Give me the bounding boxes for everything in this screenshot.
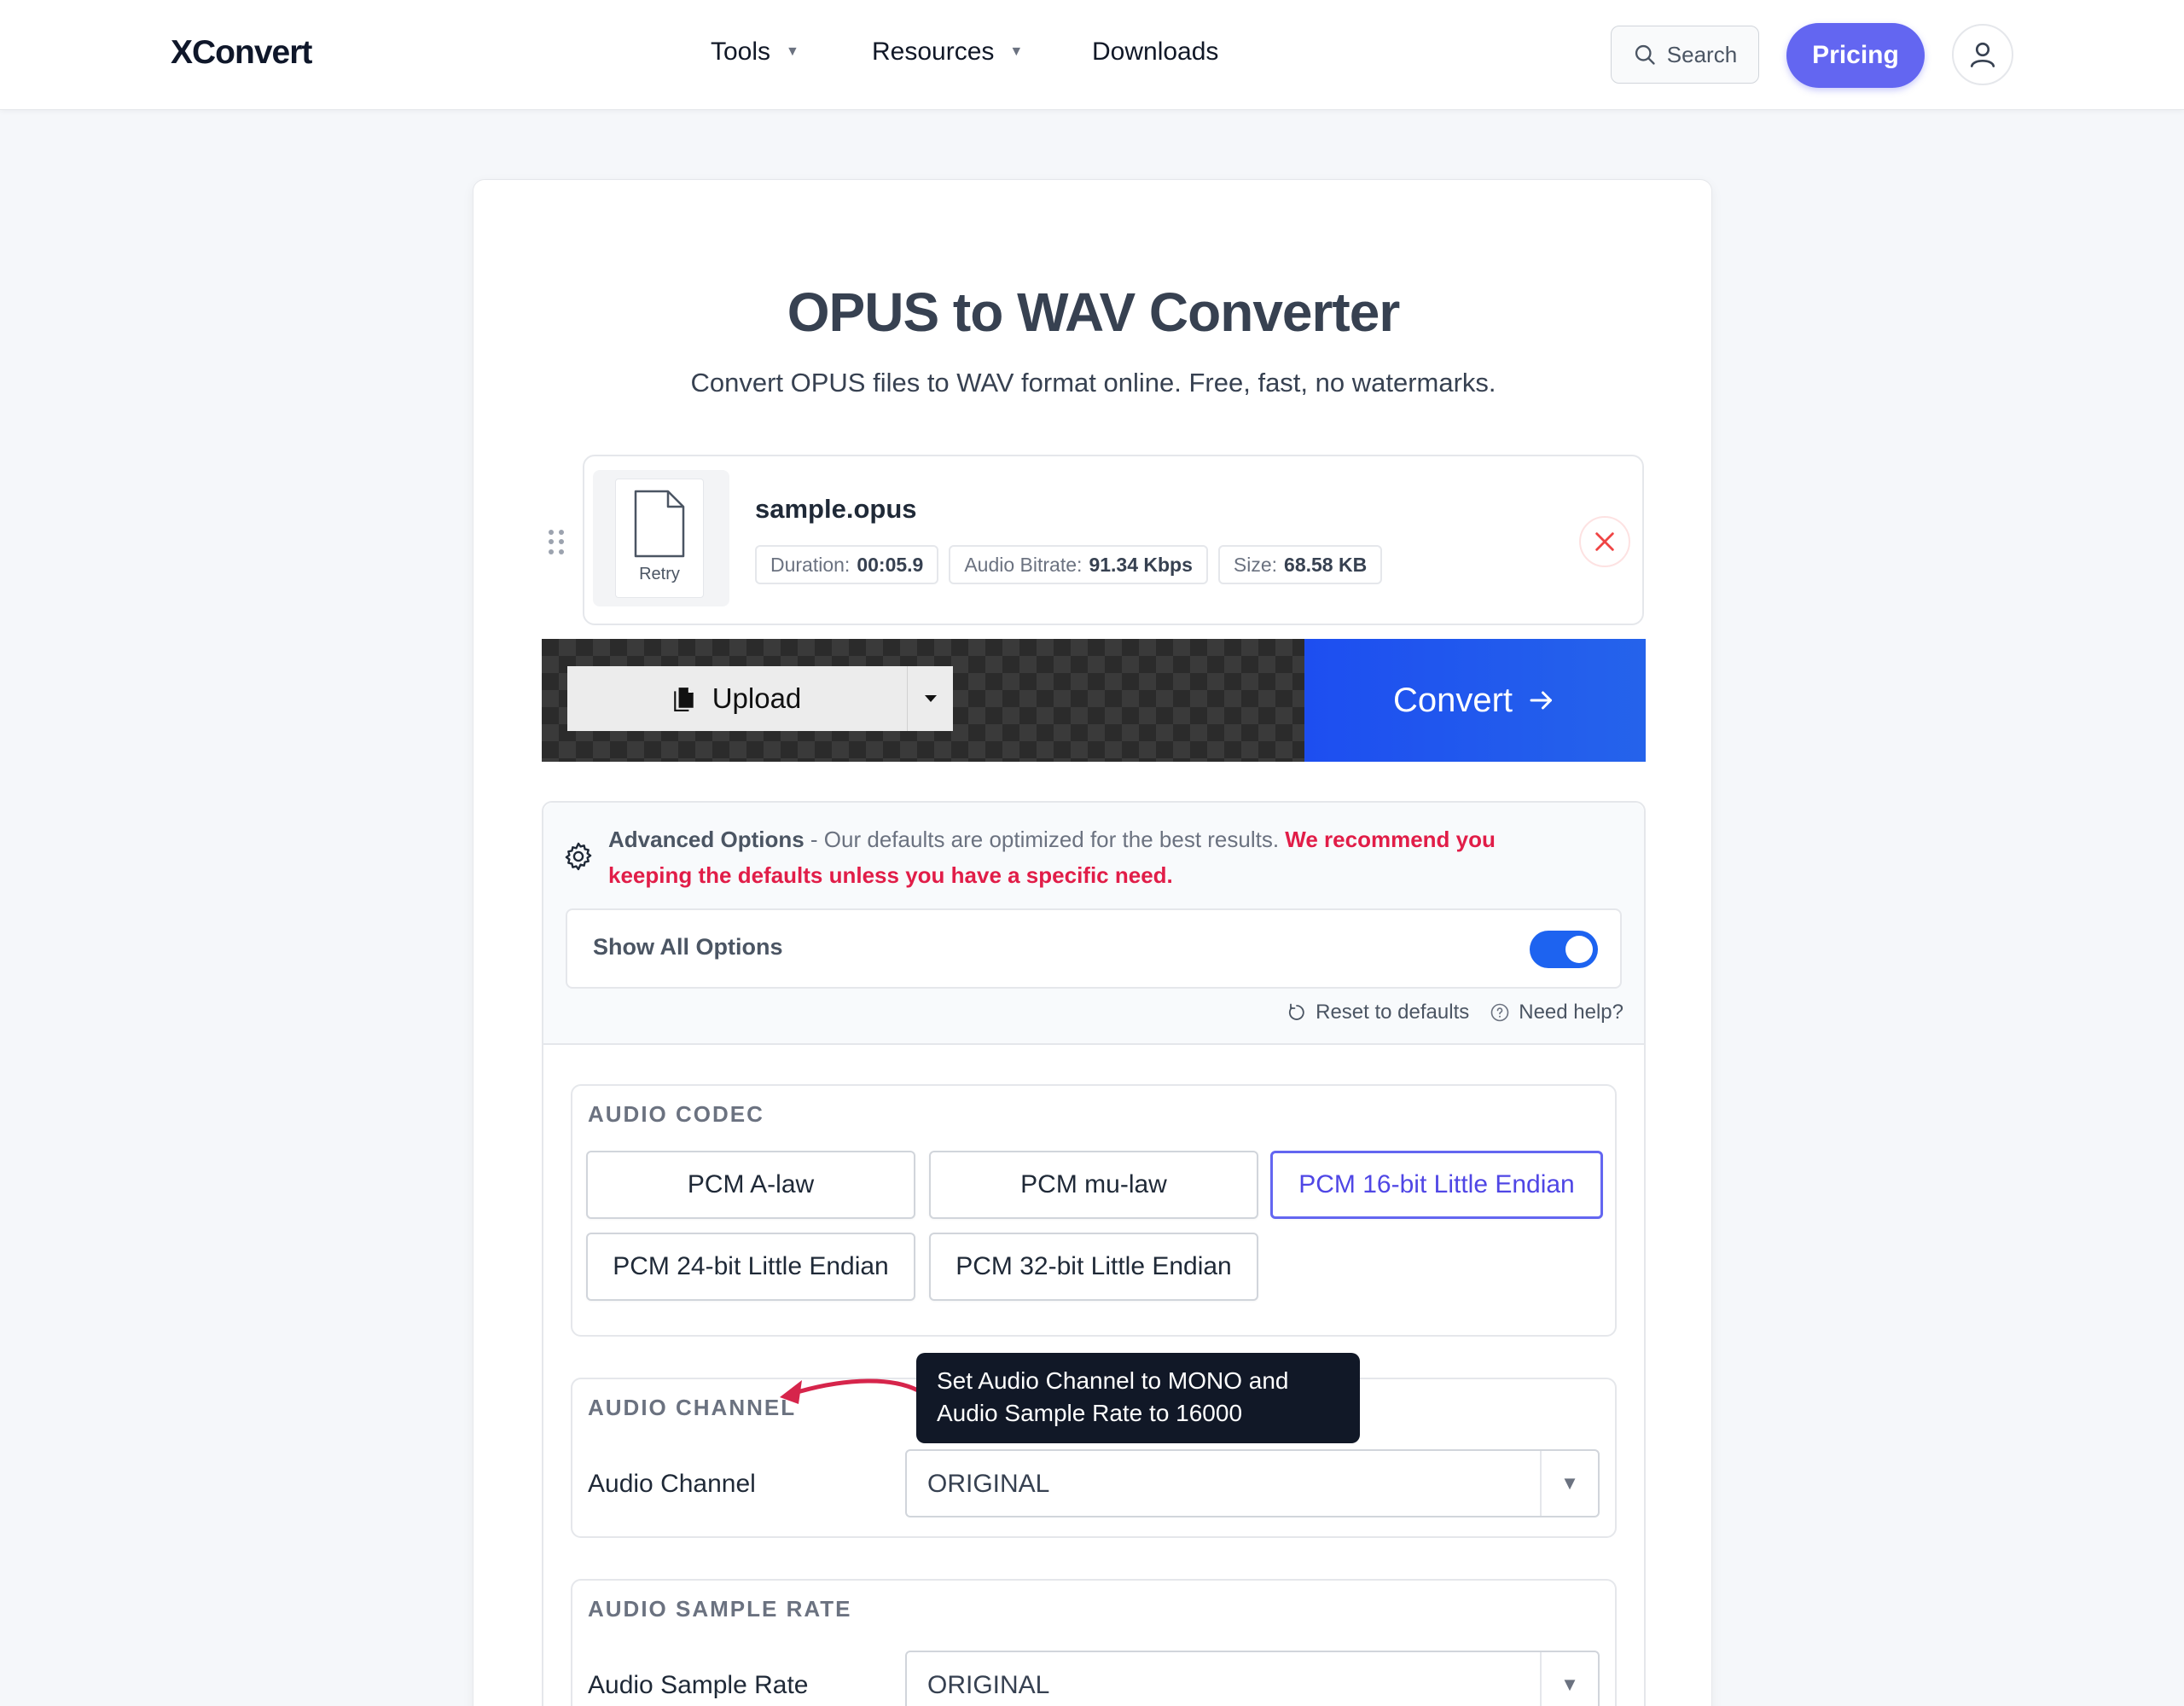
audio-channel-label: Audio Channel <box>588 1470 756 1498</box>
document-icon <box>673 688 694 711</box>
toggle-knob <box>1565 936 1593 963</box>
top-navbar: XConvert Tools ▼ Resources ▼ Downloads S… <box>0 0 2184 110</box>
drag-handle-icon[interactable] <box>549 530 566 555</box>
file-name: sample.opus <box>755 494 917 524</box>
audio-sample-rate-select[interactable]: ORIGINAL ▼ <box>905 1651 1600 1706</box>
nav-resources[interactable]: Resources ▼ <box>872 38 1023 67</box>
user-icon <box>1970 42 1995 67</box>
chevron-down-icon: ▼ <box>1540 1451 1598 1516</box>
file-thumbnail: Retry <box>593 470 729 606</box>
need-help-link[interactable]: Need help? <box>1490 1001 1623 1024</box>
codec-pcm-32bit-le-button[interactable]: PCM 32-bit Little Endian <box>929 1233 1258 1301</box>
chevron-down-icon: ▼ <box>1009 44 1024 59</box>
convert-button[interactable]: Convert <box>1304 639 1646 762</box>
size-value: 68.58 KB <box>1284 553 1368 576</box>
nav-downloads[interactable]: Downloads <box>1092 38 1218 67</box>
show-all-options-row: Show All Options <box>566 908 1622 989</box>
annotation-line-1: Set Audio Channel to MONO and <box>937 1367 1289 1394</box>
upload-options-dropdown[interactable] <box>907 666 953 731</box>
convert-label: Convert <box>1392 681 1513 719</box>
page-subtitle: Convert OPUS files to WAV format online.… <box>690 368 1496 397</box>
codec-pcm-16bit-le-button[interactable]: PCM 16-bit Little Endian <box>1270 1151 1603 1219</box>
converter-card: OPUS to WAV Converter Convert OPUS files… <box>473 179 1712 1706</box>
user-account-button[interactable] <box>1952 24 2013 85</box>
reset-to-defaults-link[interactable]: Reset to defaults <box>1287 1001 1469 1024</box>
nav-resources-label: Resources <box>872 38 995 66</box>
show-all-options-label: Show All Options <box>593 934 783 960</box>
upload-label: Upload <box>712 682 802 714</box>
advanced-options-title: Advanced Options <box>608 827 804 852</box>
audio-sample-rate-title: AUDIO SAMPLE RATE <box>588 1596 852 1622</box>
remove-file-button[interactable] <box>1579 516 1630 567</box>
pricing-button[interactable]: Pricing <box>1786 23 1925 88</box>
show-all-options-toggle[interactable] <box>1530 931 1598 968</box>
duration-chip: Duration: 00:05.9 <box>755 545 939 584</box>
audio-codec-group: AUDIO CODEC PCM A-law PCM mu-law PCM 16-… <box>571 1084 1617 1337</box>
file-item: Retry sample.opus Duration: 00:05.9 Audi… <box>583 455 1644 625</box>
reset-icon <box>1289 1003 1304 1020</box>
advanced-options-text: Advanced Options - Our defaults are opti… <box>608 821 1581 893</box>
advanced-options-panel: Advanced Options - Our defaults are opti… <box>542 801 1646 1706</box>
retry-button[interactable]: Retry <box>639 565 680 584</box>
page-title: OPUS to WAV Converter <box>787 281 1400 343</box>
need-help-label: Need help? <box>1519 1001 1623 1024</box>
caret-down-icon <box>924 695 937 702</box>
file-meta: Duration: 00:05.9 Audio Bitrate: 91.34 K… <box>755 545 1383 584</box>
duration-label: Duration: <box>770 553 851 576</box>
upload-button[interactable]: Upload <box>567 666 907 731</box>
nav-tools[interactable]: Tools ▼ <box>711 38 799 67</box>
codec-pcm-24bit-le-button[interactable]: PCM 24-bit Little Endian <box>586 1233 915 1301</box>
annotation-tooltip: Set Audio Channel to MONO and Audio Samp… <box>916 1353 1360 1443</box>
bitrate-label: Audio Bitrate: <box>964 553 1083 576</box>
codec-pcm-alaw-button[interactable]: PCM A-law <box>586 1151 915 1219</box>
nav-tools-label: Tools <box>711 38 771 66</box>
size-chip: Size: 68.58 KB <box>1217 545 1383 584</box>
audio-sample-rate-label: Audio Sample Rate <box>588 1671 809 1699</box>
file-icon <box>634 490 685 558</box>
logo[interactable]: XConvert <box>171 34 312 72</box>
audio-sample-rate-group: AUDIO SAMPLE RATE Audio Sample Rate ORIG… <box>571 1579 1617 1706</box>
advanced-options-description: - Our defaults are optimized for the bes… <box>804 827 1286 852</box>
duration-value: 00:05.9 <box>857 553 924 576</box>
help-icon <box>1490 1003 1509 1022</box>
bitrate-chip: Audio Bitrate: 91.34 Kbps <box>949 545 1208 584</box>
audio-channel-value: ORIGINAL <box>927 1470 1050 1498</box>
audio-sample-rate-value: ORIGINAL <box>927 1671 1050 1699</box>
audio-codec-title: AUDIO CODEC <box>588 1101 764 1127</box>
annotation-line-2: Audio Sample Rate to 16000 <box>937 1400 1243 1426</box>
codec-pcm-mulaw-button[interactable]: PCM mu-law <box>929 1151 1258 1219</box>
reset-label: Reset to defaults <box>1316 1001 1470 1024</box>
annotation-arrow <box>780 1378 921 1404</box>
chevron-down-icon: ▼ <box>786 44 799 59</box>
close-icon <box>1595 532 1614 551</box>
audio-channel-select[interactable]: ORIGINAL ▼ <box>905 1449 1600 1517</box>
nav-downloads-label: Downloads <box>1092 38 1219 66</box>
arrow-right-icon <box>1530 691 1553 710</box>
bitrate-value: 91.34 Kbps <box>1089 553 1193 576</box>
audio-channel-title: AUDIO CHANNEL <box>588 1395 797 1420</box>
chevron-down-icon: ▼ <box>1540 1652 1598 1706</box>
size-label: Size: <box>1233 553 1278 576</box>
gear-icon <box>565 842 592 871</box>
advanced-links: Reset to defaults Need help? <box>1287 1001 1623 1024</box>
search-icon <box>1635 44 1655 65</box>
search-label: Search <box>1666 41 1738 67</box>
advanced-options-header: Advanced Options - Our defaults are opti… <box>543 803 1644 1045</box>
search-button[interactable]: Search <box>1611 26 1759 84</box>
